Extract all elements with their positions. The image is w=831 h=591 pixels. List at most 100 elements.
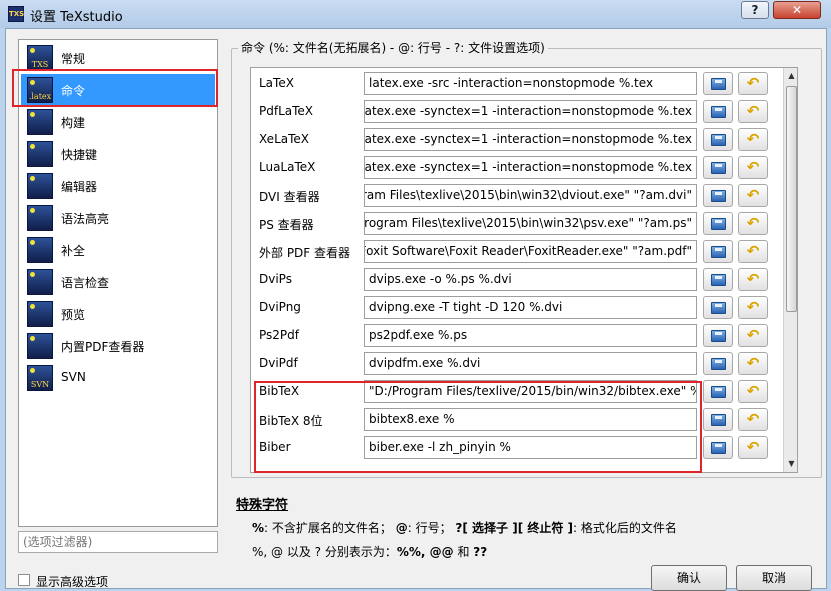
question-desc: : 格式化后的文件名 [573,521,677,535]
percent-desc: : 不含扩展名的文件名； [264,521,392,535]
command-input[interactable]: xelatex.exe -synctex=1 -interaction=nons… [364,128,697,151]
reset-default-button[interactable]: ↶ [738,324,768,347]
command-label: DVI 查看器 [259,190,320,204]
undo-reset-icon: ↶ [746,102,760,120]
undo-reset-icon: ↶ [746,298,760,316]
escape-percent-at: %%, @@ [396,545,454,559]
command-input[interactable]: latex.exe -src -interaction=nonstopmode … [364,72,697,95]
at-desc: : 行号； [407,521,452,535]
at-symbol: @ [395,521,408,535]
command-value: xelatex.exe -synctex=1 -interaction=nons… [364,132,692,146]
sidebar-item-label: 内置PDF查看器 [61,340,145,354]
reset-default-button[interactable]: ↶ [738,212,768,235]
command-value: dvipng.exe -T tight -D 120 %.dvi [369,300,563,314]
vertical-scrollbar[interactable]: ▲ ▼ [783,68,797,472]
command-row: LuaLaTeX lualatex.exe -synctex=1 -interac… [251,154,797,182]
command-input[interactable]: dvips.exe -o %.ps %.dvi [364,268,697,291]
undo-reset-icon: ↶ [746,186,760,204]
select-program-button[interactable] [703,268,733,291]
reset-default-button[interactable]: ↶ [738,408,768,431]
select-program-button[interactable] [703,436,733,459]
select-program-button[interactable] [703,156,733,179]
command-input[interactable]: ps2pdf.exe %.ps [364,324,697,347]
reset-default-button[interactable]: ↶ [738,380,768,403]
select-program-button[interactable] [703,408,733,431]
select-program-button[interactable] [703,380,733,403]
show-advanced-checkbox[interactable] [18,574,30,586]
floppy-save-icon [711,274,726,286]
reset-default-button[interactable]: ↶ [738,184,768,207]
floppy-save-icon [711,414,726,426]
title-bar: TXS 设置 TeXstudio ? ✕ [0,0,831,28]
select-program-button[interactable] [703,296,733,319]
pdf-viewer-icon [27,333,53,359]
undo-reset-icon: ↶ [746,130,760,148]
command-input[interactable]: "C:/Program Files/Foxit Software\Foxit R… [364,240,697,263]
sidebar-item[interactable]: 内置PDF查看器 [21,330,215,362]
sidebar-item[interactable]: 快捷键 [21,138,215,170]
settings-category-list[interactable]: TXS 常规 .latex 命令 构建 快捷键 编辑器 语法高亮 补全 语言检查 预览 内置PDF查看… [18,39,218,527]
ok-button[interactable]: 确认 [651,565,727,591]
command-row: LaTeX latex.exe -src -interaction=nonstop… [251,70,797,98]
floppy-save-icon [711,442,726,454]
scroll-up-arrow-icon[interactable]: ▲ [784,68,797,84]
reset-default-button[interactable]: ↶ [738,436,768,459]
escape-desc: %, @ 以及 ? 分别表示为： [252,545,397,559]
scroll-down-arrow-icon[interactable]: ▼ [784,456,797,472]
sidebar-item-label: 语言检查 [61,276,110,290]
reset-default-button[interactable]: ↶ [738,268,768,291]
select-program-button[interactable] [703,324,733,347]
sidebar-item[interactable]: 语法高亮 [21,202,215,234]
sidebar-item[interactable]: 语言检查 [21,266,215,298]
reset-default-button[interactable]: ↶ [738,296,768,319]
sidebar-item[interactable]: SVN SVN [21,362,215,394]
select-program-button[interactable] [703,184,733,207]
reset-default-button[interactable]: ↶ [738,100,768,123]
icon-mark: SVN [30,380,50,389]
scroll-thumb[interactable] [786,86,797,312]
option-filter-input[interactable] [18,531,218,553]
command-input[interactable]: "D:/Program Files\texlive\2015\bin\win32… [364,212,697,235]
reset-default-button[interactable]: ↶ [738,72,768,95]
sidebar-item-label: 语法高亮 [61,212,110,226]
cancel-button[interactable]: 取消 [736,565,812,591]
command-input[interactable]: dvipng.exe -T tight -D 120 %.dvi [364,296,697,319]
escape-question: ?? [473,545,488,559]
select-program-button[interactable] [703,100,733,123]
command-label: Ps2Pdf [259,328,299,342]
syntax-highlight-icon [27,205,53,231]
completion-icon [27,237,53,263]
select-program-button[interactable] [703,352,733,375]
command-value: pdflatex.exe -synctex=1 -interaction=non… [364,104,692,118]
keyboard-icon [27,141,53,167]
select-program-button[interactable] [703,212,733,235]
undo-reset-icon: ↶ [746,158,760,176]
command-row: DVI 查看器 "D:/Program Files\texlive\2015\bi… [251,182,797,210]
select-program-button[interactable] [703,240,733,263]
annotation-highlight-command [12,69,218,107]
command-input[interactable]: lualatex.exe -synctex=1 -interaction=non… [364,156,697,179]
select-program-button[interactable] [703,128,733,151]
command-input[interactable]: dvipdfm.exe %.dvi [364,352,697,375]
sidebar-item[interactable]: 补全 [21,234,215,266]
reset-default-button[interactable]: ↶ [738,240,768,263]
language-check-icon [27,269,53,295]
reset-default-button[interactable]: ↶ [738,352,768,375]
special-chars-title: 特殊字符 [236,498,289,513]
reset-default-button[interactable]: ↶ [738,128,768,151]
sidebar-item[interactable]: 编辑器 [21,170,215,202]
txs-general-icon: TXS [27,45,53,71]
command-row: 外部 PDF 查看器 "C:/Program Files/Foxit Softwa… [251,238,797,266]
command-input[interactable]: pdflatex.exe -synctex=1 -interaction=non… [364,100,697,123]
help-button[interactable]: ? [741,1,769,19]
command-row: PS 查看器 "D:/Program Files\texlive\2015\bin… [251,210,797,238]
sidebar-item[interactable]: 预览 [21,298,215,330]
close-button[interactable]: ✕ [773,1,821,19]
command-row: PdfLaTeX pdflatex.exe -synctex=1 -interac… [251,98,797,126]
command-label: DviPdf [259,356,298,370]
command-input[interactable]: "D:/Program Files\texlive\2015\bin\win32… [364,184,697,207]
floppy-save-icon [711,246,726,258]
sidebar-item[interactable]: 构建 [21,106,215,138]
select-program-button[interactable] [703,72,733,95]
reset-default-button[interactable]: ↶ [738,156,768,179]
